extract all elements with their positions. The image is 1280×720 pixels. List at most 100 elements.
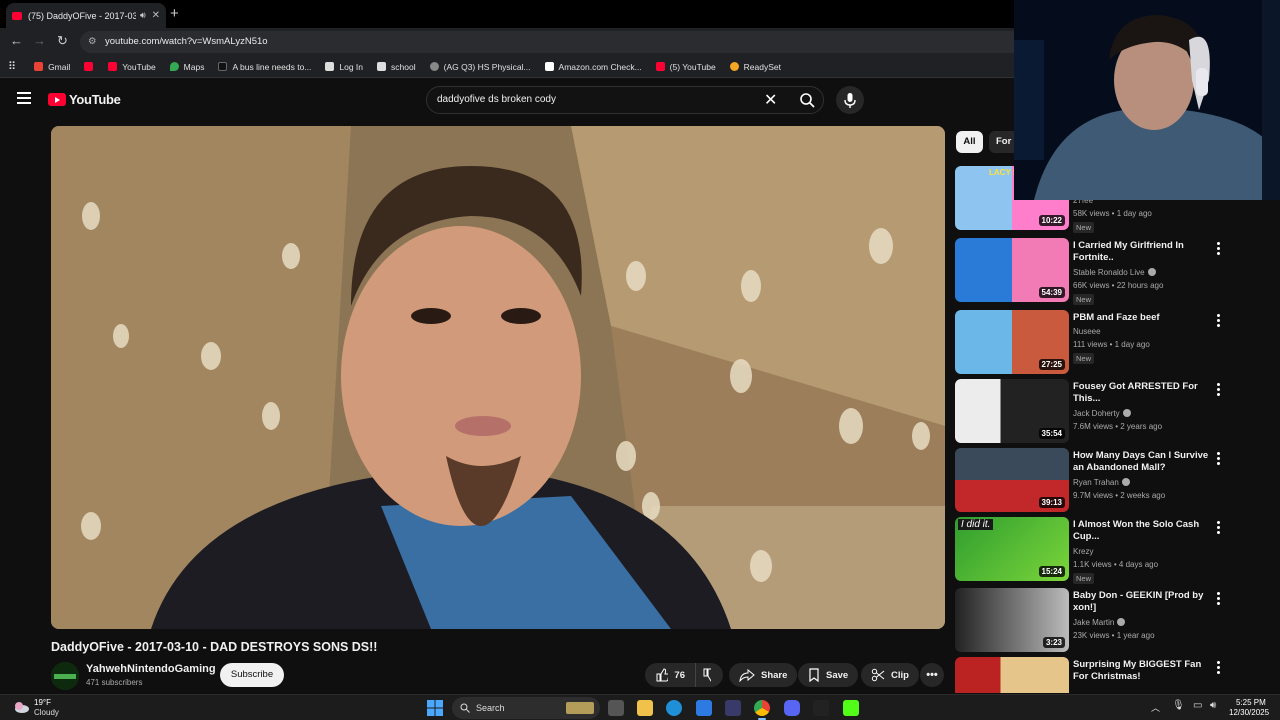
capcut-icon[interactable] (813, 700, 829, 716)
menu-icon[interactable] (17, 92, 31, 107)
kick-icon[interactable] (843, 700, 859, 716)
site-info-icon[interactable]: ⚙ (88, 31, 97, 53)
recommendation-item[interactable]: 39:13 How Many Days Can I Survive an Aba… (955, 448, 1265, 514)
recommendation-item[interactable]: Surprising My BIGGEST Fan For Christmas! (955, 657, 1265, 693)
task-view-icon[interactable] (608, 700, 624, 716)
bookmark-maps[interactable]: Maps (169, 62, 204, 72)
video-thumbnail[interactable]: 35:54 (955, 379, 1069, 443)
bookmark-youtube-short[interactable] (84, 62, 98, 71)
channel-avatar[interactable] (51, 662, 79, 690)
recommendation-item[interactable]: 35:54 Fousey Got ARRESTED For This... Ja… (955, 379, 1265, 445)
video-thumbnail[interactable]: I did it. 15:24 (955, 517, 1069, 581)
video-thumbnail[interactable] (955, 657, 1069, 693)
rec-meta: 7.6M views • 2 years ago (1073, 422, 1163, 431)
youtube-logo[interactable]: YouTube (48, 92, 121, 107)
video-player[interactable] (51, 126, 945, 629)
dislike-button[interactable] (695, 663, 723, 687)
file-explorer-icon[interactable] (637, 700, 653, 716)
browser-tab[interactable]: (75) DaddyOFive - 2017-03- 🔊︎ ✕ (6, 3, 166, 28)
video-thumbnail[interactable]: 39:13 (955, 448, 1069, 512)
mail-icon[interactable] (696, 700, 712, 716)
recommendation-item[interactable]: I did it. 15:24 I Almost Won the Solo Ca… (955, 517, 1265, 584)
channel-name[interactable]: YahwehNintendoGaming (86, 663, 216, 675)
more-options-icon[interactable] (1217, 452, 1221, 467)
thumbs-down-icon (703, 668, 711, 682)
video-thumbnail[interactable]: 27:25 (955, 310, 1069, 374)
recommendation-item[interactable]: 54:39 I Carried My Girlfriend In Fortnit… (955, 238, 1265, 305)
youtube-icon (655, 62, 665, 71)
microphone-icon[interactable]: 🎙︎ (1172, 700, 1185, 711)
rec-channel: Jake Martin (1073, 618, 1126, 627)
more-actions-button[interactable]: ••• (920, 663, 944, 687)
chrome-icon[interactable] (754, 700, 770, 716)
more-options-icon[interactable] (1217, 521, 1221, 536)
scissors-icon (871, 668, 885, 682)
save-button[interactable]: Save (798, 663, 859, 687)
taskbar-search[interactable]: Search (452, 697, 600, 719)
clock-time[interactable]: 5:25 PM (1236, 698, 1266, 707)
rec-channel: Jack Doherty (1073, 409, 1131, 418)
new-badge: New (1073, 353, 1095, 364)
forward-button[interactable]: → (33, 33, 46, 48)
bookmark-youtube-5[interactable]: (5) YouTube (655, 62, 716, 72)
rec-title: How Many Days Can I Survive an Abandoned… (1073, 450, 1209, 473)
apps-icon[interactable]: ⠿ (8, 60, 16, 73)
recommendation-item[interactable]: 27:25 PBM and Faze beef Nuseee 111 views… (955, 310, 1265, 376)
bookmark-log-in[interactable]: Log In (325, 62, 363, 72)
video-duration: 35:54 (1038, 428, 1065, 439)
edge-icon[interactable] (666, 700, 682, 716)
store-icon[interactable] (725, 700, 741, 716)
more-options-icon[interactable] (1217, 592, 1221, 607)
display-icon[interactable]: ▭ (1193, 700, 1202, 711)
bookmark-youtube[interactable]: YouTube (108, 62, 156, 72)
new-badge: New (1073, 294, 1095, 305)
back-button[interactable]: ← (10, 33, 23, 48)
volume-icon[interactable]: 🔊︎ (1210, 700, 1216, 711)
windows-start-icon[interactable] (427, 700, 443, 716)
like-button[interactable]: 76 (645, 663, 695, 687)
rec-title: Baby Don - GEEKIN [Prod by xon!] (1073, 590, 1204, 613)
webcam-feed (1014, 0, 1280, 200)
amazon-icon (544, 62, 554, 71)
rec-meta: 23K views • 1 year ago (1073, 631, 1155, 640)
weather-temperature: 19°F (34, 698, 51, 707)
video-thumbnail[interactable]: 3:23 (955, 588, 1069, 652)
new-tab-button[interactable]: + (170, 5, 179, 22)
bookmark-bus-line[interactable]: A bus line needs to... (218, 62, 311, 72)
verified-icon (1121, 478, 1130, 486)
voice-search-button[interactable] (836, 86, 864, 114)
bookmark-school[interactable]: school (377, 62, 416, 72)
microphone-icon (844, 93, 856, 108)
bookmark-readyset[interactable]: ReadySet (729, 62, 781, 72)
page-icon (218, 62, 228, 71)
video-thumbnail[interactable]: 54:39 (955, 238, 1069, 302)
video-duration: 39:13 (1038, 497, 1065, 508)
rec-title: I Carried My Girlfriend In Fortnite.. (1073, 240, 1184, 263)
youtube-play-icon (48, 93, 66, 106)
discord-icon[interactable] (784, 700, 800, 716)
close-tab-icon[interactable]: ✕ (152, 10, 160, 21)
audio-icon[interactable]: 🔊︎ (140, 10, 146, 21)
rec-title: I Almost Won the Solo Cash Cup... (1073, 519, 1200, 542)
chevron-up-icon[interactable]: ︿ (1151, 701, 1160, 714)
more-options-icon[interactable] (1217, 661, 1221, 676)
recommendation-item[interactable]: 3:23 Baby Don - GEEKIN [Prod by xon!] Ja… (955, 588, 1265, 654)
share-button[interactable]: Share (729, 663, 798, 687)
bookmark-physical[interactable]: (AG Q3) HS Physical... (429, 62, 531, 72)
video-title: DaddyOFive - 2017-03-10 - DAD DESTROYS S… (51, 640, 378, 654)
more-options-icon[interactable] (1217, 383, 1221, 398)
reload-button[interactable]: ↻ (57, 33, 68, 49)
search-button[interactable] (792, 86, 824, 114)
clock-date[interactable]: 12/30/2025 (1229, 708, 1269, 717)
chip-all[interactable]: All (956, 131, 983, 153)
bookmark-amazon[interactable]: Amazon.com Check... (544, 62, 642, 72)
subscriber-count: 471 subscribers (86, 678, 143, 687)
clear-search-icon[interactable]: ✕ (764, 90, 777, 110)
subscribe-button[interactable]: Subscribe (220, 663, 284, 687)
bookmark-gmail[interactable]: Gmail (34, 62, 70, 72)
more-options-icon[interactable] (1217, 242, 1221, 257)
rec-channel: Stable Ronaldo Live (1073, 268, 1156, 277)
clip-button[interactable]: Clip (861, 663, 919, 687)
tab-title: (75) DaddyOFive - 2017-03- (28, 10, 136, 21)
more-options-icon[interactable] (1217, 314, 1221, 329)
